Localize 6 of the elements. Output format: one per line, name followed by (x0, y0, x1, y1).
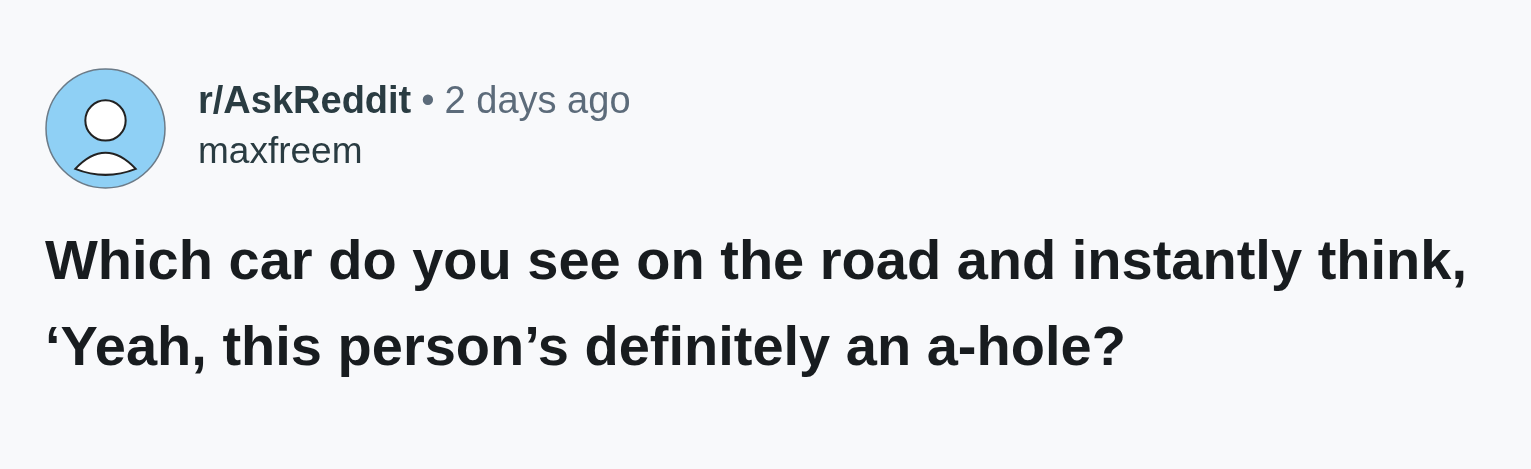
post-title: Which car do you see on the road and instantly think, ‘Yeah, this person’s definitely an a-hole? (45, 227, 1468, 379)
separator-dot: • (421, 79, 435, 122)
subreddit-link[interactable]: r/AskReddit (198, 79, 412, 122)
post-time: 2 days ago (444, 79, 631, 122)
author-name[interactable]: maxfreem (198, 130, 631, 172)
avatar-icon (45, 68, 166, 189)
